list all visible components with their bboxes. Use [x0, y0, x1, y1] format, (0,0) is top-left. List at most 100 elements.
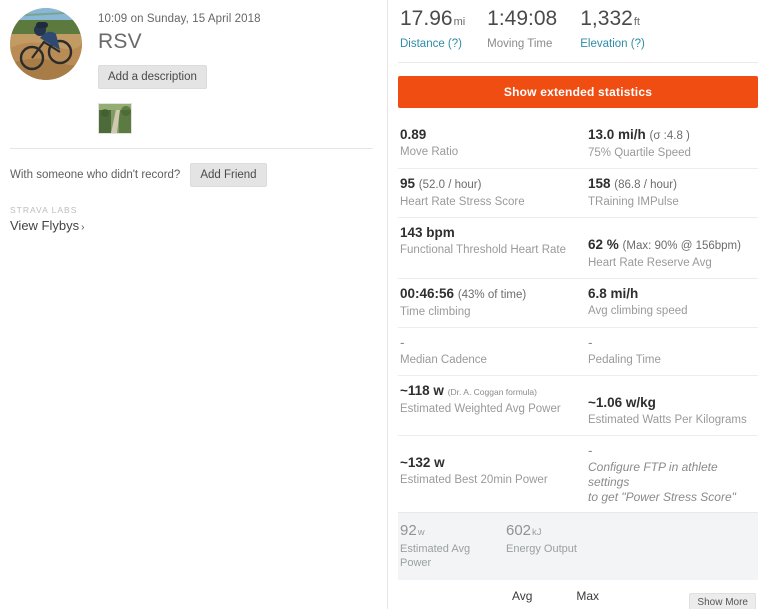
energy-output-number: 602: [506, 522, 532, 539]
stat-value: -: [588, 335, 593, 350]
show-more-button[interactable]: Show More: [689, 593, 756, 609]
stat-value: ~132 w: [400, 455, 445, 470]
stat-value: 0.89: [400, 127, 427, 142]
stat-paren: (52.0 / hour): [418, 179, 482, 191]
summary-strip: 17.96mi Distance (?) 1:49:08 Moving Time…: [398, 0, 758, 63]
view-flybys-label: View Flybys: [10, 218, 80, 233]
estimated-avg-power-label: Estimated Avg Power: [400, 543, 471, 569]
speed-table: Avg Max Speed 9.9mi/h 30.2mi/h Elapsed T…: [400, 588, 641, 609]
trail-photo-icon: [99, 104, 131, 133]
stat-cell-trimp: 158 (86.8 / hour) TRaining IMPulse: [578, 169, 758, 217]
stat-label: 75% Quartile Speed: [588, 147, 691, 159]
stat-row: - Median Cadence - Pedaling Time: [398, 327, 758, 375]
summary-number-elevation: 1,332: [580, 7, 633, 30]
ftp-config-note-line1: Configure FTP in athlete settings: [588, 460, 718, 489]
stat-label: Heart Rate Reserve Avg: [588, 257, 712, 269]
summary-value-moving-time: 1:49:08: [487, 6, 558, 35]
summary-label-distance[interactable]: Distance (?): [400, 36, 465, 52]
add-description-button[interactable]: Add a description: [98, 65, 207, 89]
activity-title: RSV: [98, 30, 142, 53]
stat-cell-watts-per-kg: ~1.06 w/kg Estimated Watts Per Kilograms: [578, 376, 758, 435]
stat-label: Estimated Best 20min Power: [400, 474, 548, 486]
stat-row: ~132 w Estimated Best 20min Power - Conf…: [398, 435, 758, 512]
ftp-config-note-line2: to get "Power Stress Score": [588, 490, 736, 504]
show-extended-statistics-button[interactable]: Show extended statistics: [398, 76, 758, 108]
stat-row: 0.89 Move Ratio 13.0 mi/h (σ :4.8 ) 75% …: [398, 120, 758, 168]
strava-labs-kicker: STRAVA LABS: [10, 205, 78, 215]
stat-formula-note: (Dr. A. Coggan formula): [447, 387, 537, 397]
stat-label: Time climbing: [400, 306, 471, 318]
summary-label-elevation[interactable]: Elevation (?): [580, 36, 645, 52]
stat-value: 95 (52.0 / hour): [400, 175, 572, 194]
stat-cell-avg-climbing-speed: 6.8 mi/h Avg climbing speed: [578, 279, 758, 327]
stat-paren: (σ :4.8 ): [649, 130, 690, 142]
activity-header-text: 10:09 on Sunday, 15 April 2018 RSV Add a…: [98, 8, 261, 89]
speed-table-corner: [400, 588, 512, 607]
stat-cell-pedaling-time: - Pedaling Time: [578, 328, 758, 375]
stat-cell-median-cadence: - Median Cadence: [398, 328, 578, 375]
stat-cell-move-ratio: 0.89 Move Ratio: [398, 120, 578, 168]
summary-unit-distance: mi: [453, 16, 466, 28]
summary-item-moving-time: 1:49:08 Moving Time: [487, 6, 558, 52]
stat-value: 13.0 mi/h (σ :4.8 ): [588, 126, 752, 145]
energy-output-label: Energy Output: [506, 543, 577, 555]
energy-output-unit: kJ: [532, 527, 542, 538]
stat-value: 00:46:56 (43% of time): [400, 285, 572, 304]
stat-row: 95 (52.0 / hour) Heart Rate Stress Score…: [398, 168, 758, 217]
speed-table-col-max: Max: [576, 589, 600, 603]
add-friend-button[interactable]: Add Friend: [190, 163, 267, 187]
speed-table-col-avg: Avg: [512, 589, 533, 603]
avatar-photo-mtb-rider: [10, 8, 82, 80]
stat-row: 00:46:56 (43% of time) Time climbing 6.8…: [398, 278, 758, 327]
stat-value: -: [400, 335, 405, 350]
stat-value: 143 bpm: [400, 225, 455, 240]
stat-cell-power-stress-score: - Configure FTP in athlete settings to g…: [578, 436, 758, 512]
activity-photos: [98, 103, 373, 134]
stat-paren: (43% of time): [457, 289, 527, 301]
stat-paren: (Max: 90% @ 156bpm): [622, 240, 741, 252]
stat-paren: (86.8 / hour): [614, 179, 677, 191]
speed-table-header-row: Avg Max: [400, 588, 641, 607]
summary-number-distance: 17.96: [400, 7, 453, 30]
strava-labs-block: STRAVA LABS View Flybys ›: [10, 205, 373, 237]
stat-cell-hr-reserve-avg: 62 % (Max: 90% @ 156bpm) Heart Rate Rese…: [578, 218, 758, 278]
show-more-wrap: Show More: [689, 592, 756, 609]
summary-value-distance: 17.96mi: [400, 6, 465, 35]
stat-label: Estimated Watts Per Kilograms: [588, 414, 747, 426]
stat-label: TRaining IMPulse: [588, 196, 679, 208]
stat-cell-threshold-hr: 143 bpm Functional Threshold Heart Rate: [398, 218, 578, 278]
estimated-avg-power-unit: w: [417, 527, 425, 538]
stat-value: 6.8 mi/h: [588, 286, 639, 301]
estimated-avg-power-item: 92w Estimated Avg Power: [400, 521, 480, 570]
activity-detail-panel: 10:09 on Sunday, 15 April 2018 RSV Add a…: [0, 0, 388, 609]
stat-row: ~118 w (Dr. A. Coggan formula) Estimated…: [398, 375, 758, 435]
stat-cell-best-20min-power: ~132 w Estimated Best 20min Power: [398, 436, 578, 512]
summary-item-distance: 17.96mi Distance (?): [400, 6, 465, 52]
estimated-power-band: 92w Estimated Avg Power 602kJ Energy Out…: [398, 512, 758, 580]
stat-label: Move Ratio: [400, 146, 459, 158]
stat-label: Estimated Weighted Avg Power: [400, 403, 561, 415]
stat-row: 143 bpm Functional Threshold Heart Rate …: [398, 217, 758, 278]
activity-photo-thumbnail[interactable]: [98, 103, 132, 134]
activity-header: 10:09 on Sunday, 15 April 2018 RSV Add a…: [10, 8, 373, 89]
view-flybys-link[interactable]: View Flybys ›: [10, 217, 84, 237]
stat-cell-quartile-speed: 13.0 mi/h (σ :4.8 ) 75% Quartile Speed: [578, 120, 758, 168]
chevron-right-icon: ›: [81, 222, 85, 233]
stat-value: ~118 w (Dr. A. Coggan formula): [400, 382, 572, 401]
with-someone-label: With someone who didn't record?: [10, 169, 181, 181]
stat-value: ~1.06 w/kg: [588, 395, 656, 410]
summary-unit-elevation: ft: [633, 16, 640, 28]
speed-summary-section: Show More Avg Max Speed 9.9mi/h 30.2mi/h: [398, 580, 758, 609]
extended-stats-grid: 0.89 Move Ratio 13.0 mi/h (σ :4.8 ) 75% …: [398, 120, 758, 512]
summary-value-elevation: 1,332ft: [580, 6, 645, 35]
stat-value: 158 (86.8 / hour): [588, 175, 752, 194]
estimated-avg-power-value: 92w: [400, 521, 480, 542]
stat-label: Functional Threshold Heart Rate: [400, 244, 566, 256]
left-divider: [10, 148, 373, 149]
athlete-avatar[interactable]: [10, 8, 82, 80]
stat-label: Median Cadence: [400, 354, 487, 366]
stat-value: 62 % (Max: 90% @ 156bpm): [588, 236, 752, 255]
stat-number: 62 %: [588, 237, 619, 252]
activity-page: 10:09 on Sunday, 15 April 2018 RSV Add a…: [0, 0, 768, 609]
energy-output-item: 602kJ Energy Output: [506, 521, 577, 570]
